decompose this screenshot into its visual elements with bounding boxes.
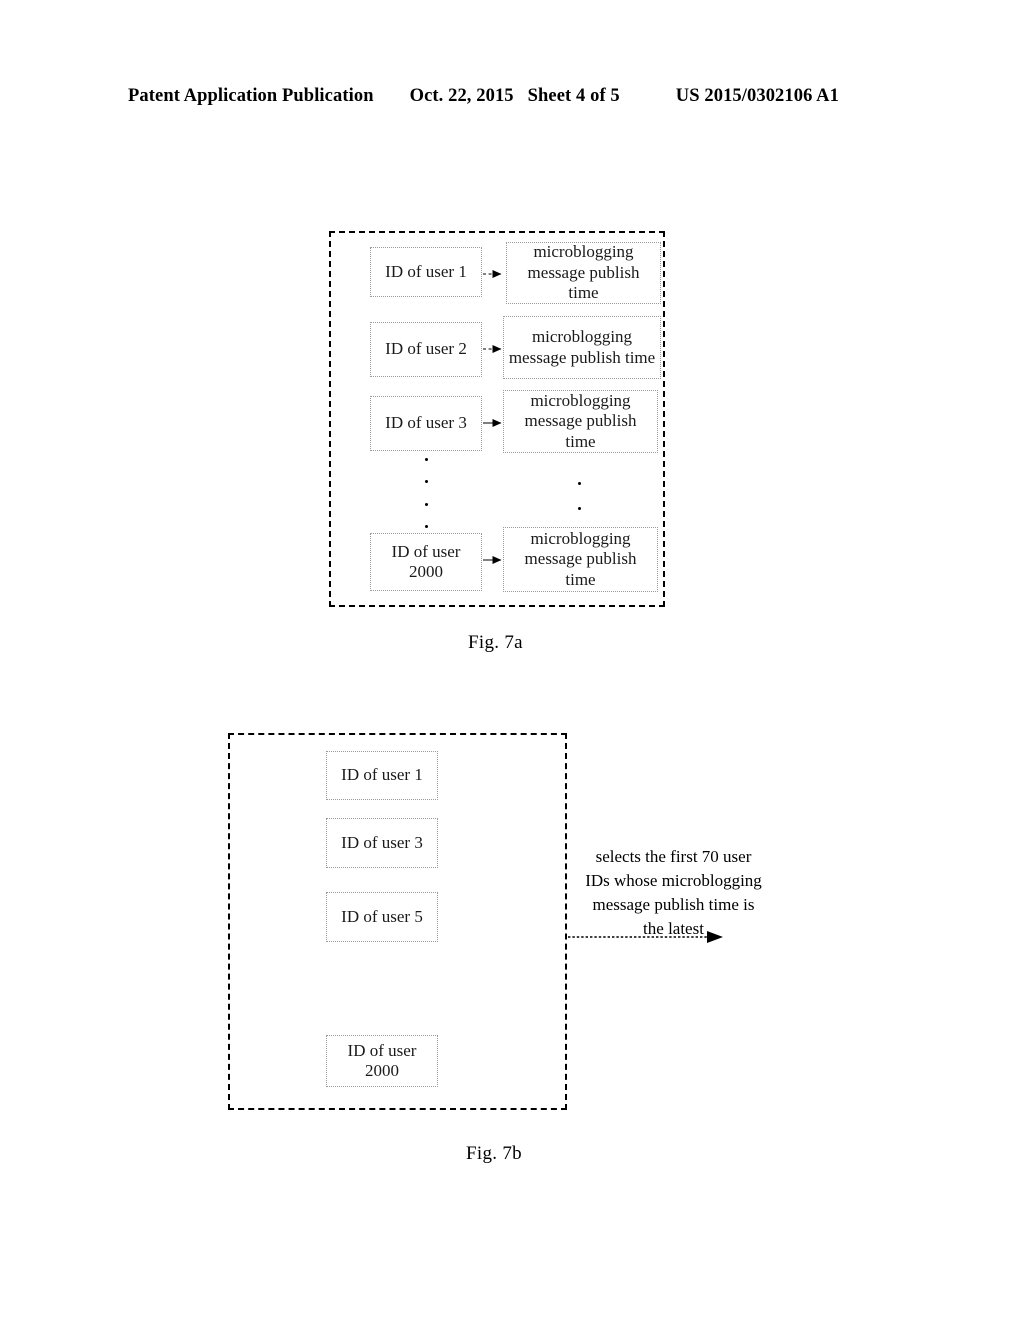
fig-7a-user-id-box-4: ID of user 2000 <box>370 533 482 591</box>
header-date-label: Oct. 22, 2015 <box>409 86 514 106</box>
fig-7a-caption: Fig. 7a <box>468 632 523 653</box>
fig-7a-publish-time-box-4: microblogging message publish time <box>503 527 658 592</box>
fig-7b-caption: Fig. 7b <box>466 1143 522 1164</box>
fig-7a-ellipsis-right <box>577 482 581 510</box>
header-publication-label: Patent Application Publication <box>128 86 374 106</box>
fig-7a-user-id-box-1: ID of user 1 <box>370 247 482 297</box>
fig-7a-ellipsis-left <box>424 458 428 528</box>
page-header: Patent Application Publication Oct. 22, … <box>128 86 896 112</box>
header-sheet-label: Sheet 4 of 5 <box>527 86 620 106</box>
fig-7a-user-id-box-3: ID of user 3 <box>370 396 482 451</box>
fig-7a-publish-time-box-3: microblogging message publish time <box>503 390 658 453</box>
fig-7a-publish-time-box-1: microblogging message publish time <box>506 242 661 304</box>
fig-7b-selection-annotation: selects the first 70 user IDs whose micr… <box>585 847 762 939</box>
fig-7b-user-id-box-1: ID of user 1 <box>326 751 438 800</box>
header-patent-number: US 2015/0302106 A1 <box>675 86 839 106</box>
fig-7a-publish-time-box-2: microblogging message publish time <box>503 316 661 379</box>
figure-arrow-overlay <box>483 270 723 943</box>
fig-7a-user-id-box-2: ID of user 2 <box>370 322 482 377</box>
fig-7b-user-id-box-2: ID of user 3 <box>326 818 438 868</box>
fig-7b-user-id-box-4: ID of user 2000 <box>326 1035 438 1087</box>
fig-7b-user-id-box-3: ID of user 5 <box>326 892 438 942</box>
